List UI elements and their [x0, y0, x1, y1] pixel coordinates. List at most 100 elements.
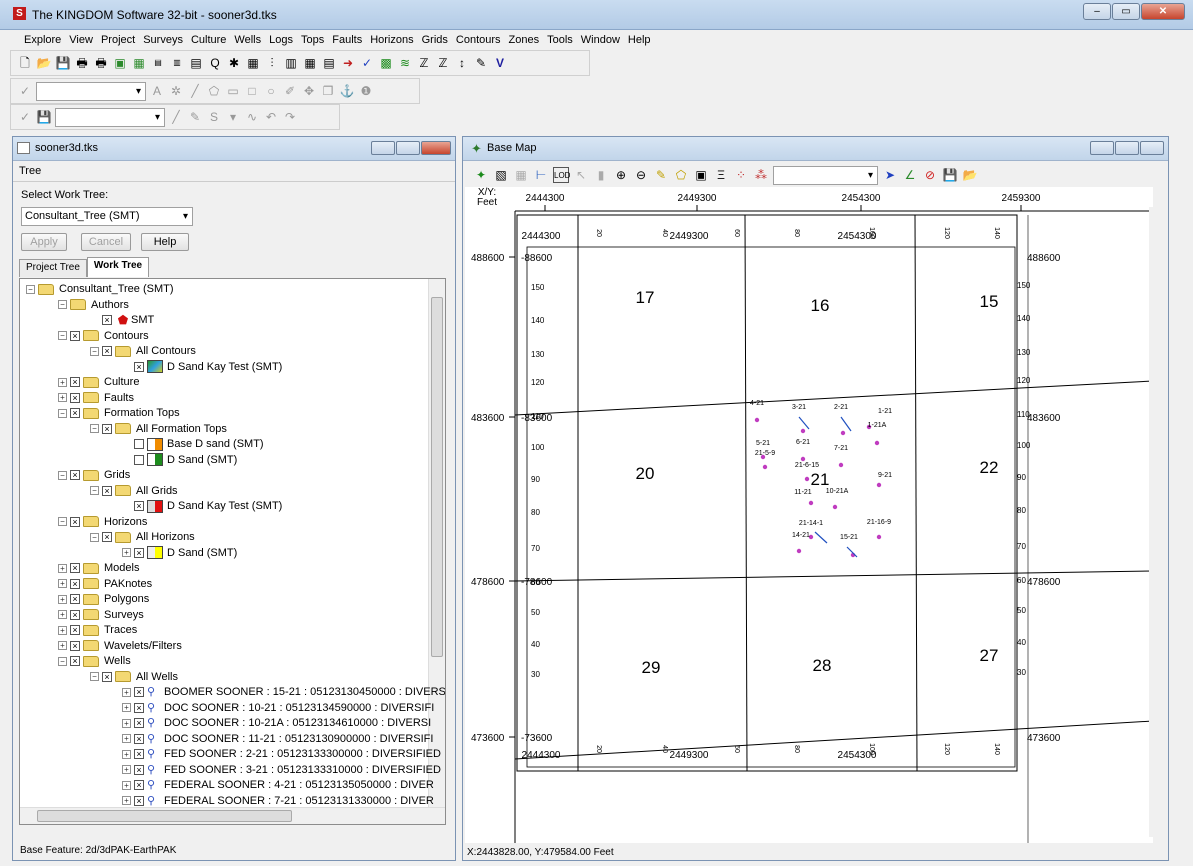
expand-toggle-icon[interactable]: −: [58, 470, 67, 480]
minimize-button[interactable]: –: [1083, 3, 1111, 20]
well-section-icon[interactable]: ⫶: [264, 55, 280, 71]
edit-combo[interactable]: [55, 107, 165, 127]
map-icon[interactable]: ▩: [378, 55, 394, 71]
menu-item-logs[interactable]: Logs: [265, 30, 297, 50]
ruler-icon[interactable]: ✎: [653, 167, 669, 183]
grid-toggle-icon[interactable]: ▦: [513, 167, 529, 183]
maximize-button[interactable]: ▭: [1112, 3, 1140, 20]
cancel-button[interactable]: Cancel: [81, 233, 131, 251]
list-icon[interactable]: ▤: [188, 55, 204, 71]
star-icon[interactable]: ✱: [226, 55, 242, 71]
velocity-icon[interactable]: V: [492, 55, 508, 71]
work-tree-select[interactable]: Consultant_Tree (SMT): [21, 207, 193, 226]
basemap-vertical-scrollbar[interactable]: [1149, 207, 1166, 837]
fault-icon[interactable]: ≋: [397, 55, 413, 71]
tab-work-tree[interactable]: Work Tree: [86, 257, 150, 277]
expand-toggle-icon[interactable]: +: [122, 734, 131, 743]
arrow-tool-icon[interactable]: ➜: [340, 55, 356, 71]
tree-node[interactable]: + × Traces: [58, 622, 137, 638]
checkbox-checked[interactable]: ×: [134, 764, 144, 775]
menu-item-view[interactable]: View: [65, 30, 97, 50]
tree-node[interactable]: + × ⚲ FED SOONER : 3-21 : 05123133310000 : …: [122, 762, 441, 778]
expand-toggle-icon[interactable]: +: [58, 377, 67, 387]
apply-button[interactable]: Apply: [21, 233, 67, 251]
depth-icon[interactable]: ↕: [454, 55, 470, 71]
tree-node[interactable]: − × All Contours: [90, 343, 196, 359]
checkbox-checked[interactable]: ×: [134, 361, 144, 372]
checkbox-checked[interactable]: ×: [102, 315, 112, 325]
draw-line-icon[interactable]: ╱: [168, 109, 184, 125]
edit-tool-icon[interactable]: ✐: [282, 83, 298, 99]
tree-node[interactable]: − × All Formation Tops: [90, 421, 227, 437]
open-folder-icon[interactable]: 📂: [36, 55, 52, 71]
new-file-icon[interactable]: 🗋: [17, 55, 33, 71]
menu-item-contours[interactable]: Contours: [452, 30, 505, 50]
layer-combo[interactable]: [36, 81, 146, 101]
expand-toggle-icon[interactable]: +: [122, 765, 131, 774]
dropdown-icon[interactable]: ▾: [225, 109, 241, 125]
menu-item-window[interactable]: Window: [577, 30, 624, 50]
angle-icon[interactable]: ∠: [902, 167, 918, 183]
checkbox-checked[interactable]: ×: [70, 470, 80, 480]
zoom-out-icon[interactable]: ⊖: [633, 167, 649, 183]
undo-icon[interactable]: ↶: [263, 109, 279, 125]
layer-icon[interactable]: ▧: [493, 167, 509, 183]
print-setup-icon[interactable]: 🖶: [93, 55, 109, 71]
expand-toggle-icon[interactable]: +: [122, 796, 131, 805]
expand-toggle-icon[interactable]: −: [90, 346, 99, 356]
expand-toggle-icon[interactable]: +: [58, 579, 67, 588]
line-width-icon[interactable]: ⊢: [533, 167, 549, 183]
bar-icon[interactable]: ▮: [593, 167, 609, 183]
menu-item-horizons[interactable]: Horizons: [366, 30, 417, 50]
expand-toggle-icon[interactable]: −: [26, 284, 35, 294]
tree-close-button[interactable]: [421, 141, 451, 155]
save-icon-2[interactable]: 💾: [36, 109, 52, 125]
tree-node[interactable]: − × Horizons: [58, 514, 147, 530]
cursor-icon[interactable]: ➤: [882, 167, 898, 183]
expand-toggle-icon[interactable]: −: [58, 517, 67, 526]
symbol-tool-icon[interactable]: ✲: [168, 83, 184, 99]
checkbox-checked[interactable]: ×: [70, 578, 80, 589]
tree-node[interactable]: + × Faults: [58, 390, 134, 406]
expand-toggle-icon[interactable]: −: [58, 331, 67, 340]
expand-toggle-icon[interactable]: +: [122, 548, 131, 557]
checkbox-checked[interactable]: ×: [70, 594, 80, 604]
tree-node[interactable]: + × Surveys: [58, 607, 144, 623]
basemap-close-button[interactable]: [1140, 141, 1164, 155]
scatter-icon[interactable]: ⁘: [733, 167, 749, 183]
checkbox-unchecked[interactable]: [134, 454, 144, 465]
copy-tool-icon[interactable]: ❐: [320, 83, 336, 99]
checkbox-checked[interactable]: ×: [102, 485, 112, 496]
expand-toggle-icon[interactable]: +: [58, 641, 67, 650]
tree-horizontal-scrollbar[interactable]: [20, 807, 445, 824]
expand-toggle-icon[interactable]: +: [122, 780, 131, 790]
brush-icon[interactable]: ✎: [187, 109, 203, 125]
expand-toggle-icon[interactable]: +: [58, 610, 67, 619]
info-tool-icon[interactable]: ❶: [358, 83, 374, 99]
close-button[interactable]: ✕: [1141, 3, 1185, 20]
checkbox-checked[interactable]: ×: [70, 656, 80, 666]
tree-node[interactable]: + × ⚲ FEDERAL SOONER : 4-21 : 0512313505000…: [122, 777, 434, 793]
polygon-icon[interactable]: ⬠: [673, 167, 689, 183]
log-icon[interactable]: ▥: [283, 55, 299, 71]
check-icon[interactable]: ✓: [359, 55, 375, 71]
tree-node[interactable]: − × All Horizons: [90, 529, 195, 545]
anchor-tool-icon[interactable]: ⚓: [339, 83, 355, 99]
checkbox-checked[interactable]: ×: [70, 563, 80, 573]
tree-maximize-button[interactable]: [396, 141, 420, 155]
rect-tool-icon[interactable]: ▭: [225, 83, 241, 99]
smooth-icon[interactable]: ∿: [244, 109, 260, 125]
crossplot-icon[interactable]: ▦: [302, 55, 318, 71]
offset-vsp-icon[interactable]: ▥: [169, 55, 185, 71]
tab-project-tree[interactable]: Project Tree: [19, 259, 87, 277]
expand-toggle-icon[interactable]: −: [90, 672, 99, 681]
print-icon[interactable]: 🖶: [74, 55, 90, 71]
basemap-svg[interactable]: X/Y:Feet 2444300 2449300 2454300 24593004886…: [465, 187, 1153, 843]
menu-item-tops[interactable]: Tops: [297, 30, 328, 50]
expand-toggle-icon[interactable]: −: [58, 408, 67, 418]
tree-node[interactable]: − × All Grids: [90, 483, 178, 499]
tree-node[interactable]: − Consultant_Tree (SMT): [26, 281, 174, 297]
checkbox-checked[interactable]: ×: [102, 346, 112, 356]
pointer-icon[interactable]: ↖: [573, 167, 589, 183]
tree-node[interactable]: + × Culture: [58, 374, 139, 390]
